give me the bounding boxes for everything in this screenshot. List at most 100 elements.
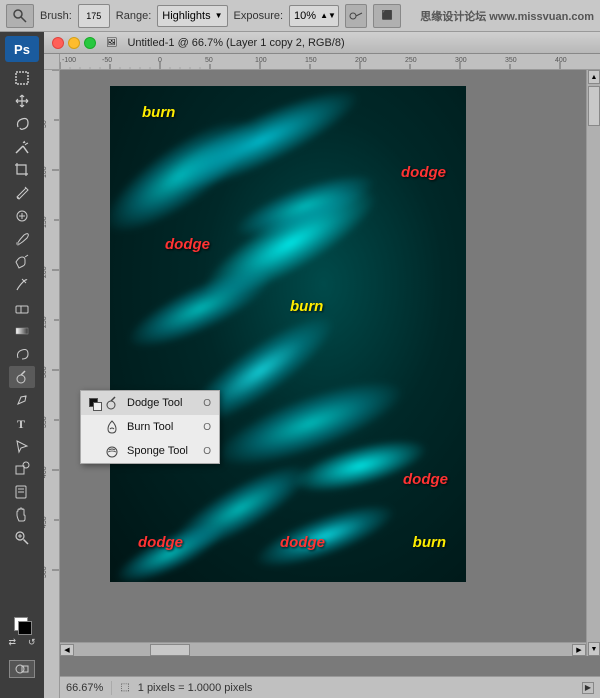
brush-size: 175 — [86, 11, 101, 21]
tool-eraser[interactable] — [9, 297, 35, 319]
mode-btns — [9, 660, 35, 678]
menu-item-burn[interactable]: Burn Tool O — [81, 415, 219, 439]
label-dodge-1: dodge — [401, 164, 446, 181]
menu-item-sponge[interactable]: Sponge Tool O — [81, 439, 219, 463]
bottom-bar: 66.67% ⬚ 1 pixels = 1.0000 pixels ▶ — [60, 676, 600, 698]
label-burn-1: burn — [142, 104, 175, 121]
tool-icon-btn[interactable] — [6, 4, 34, 28]
canvas-icon: ⬚ — [120, 682, 129, 693]
tool-brush[interactable] — [9, 228, 35, 250]
sponge-tool-label: Sponge Tool — [127, 445, 188, 457]
range-dropdown[interactable]: Highlights ▼ — [157, 5, 227, 27]
label-dodge-5: dodge — [280, 534, 325, 551]
tool-lasso[interactable] — [9, 113, 35, 135]
tool-path-selection[interactable] — [9, 435, 35, 457]
tool-shape[interactable] — [9, 458, 35, 480]
close-btn[interactable] — [52, 37, 64, 49]
svg-text:300: 300 — [44, 366, 48, 378]
vertical-scrollbar[interactable]: ▲ ▼ — [586, 70, 600, 656]
svg-text:100: 100 — [44, 166, 48, 178]
burn-tool-label: Burn Tool — [127, 421, 173, 433]
left-sidebar: Ps — [0, 32, 44, 698]
tool-hand[interactable] — [9, 504, 35, 526]
svg-text:100: 100 — [255, 57, 267, 64]
ps-window: Ps — [0, 32, 600, 698]
label-dodge-2: dodge — [165, 236, 210, 253]
svg-text:50: 50 — [44, 120, 48, 128]
tool-move[interactable] — [9, 90, 35, 112]
svg-text:-50: -50 — [102, 57, 112, 64]
file-icon: 🖼 — [106, 37, 117, 48]
scroll-thumb-v[interactable] — [588, 86, 600, 126]
burn-tool-icon — [103, 418, 121, 436]
info-arrow[interactable]: ▶ — [582, 682, 594, 694]
dodge-tool-label: Dodge Tool — [127, 397, 182, 409]
label-dodge-3: dodge — [403, 471, 448, 488]
sponge-shortcut: O — [203, 446, 211, 457]
ruler-left: 50 100 150 200 250 300 350 400 4 — [44, 70, 60, 698]
burn-shortcut: O — [203, 422, 211, 433]
sponge-tool-icon — [103, 442, 121, 460]
ruler-corner — [44, 54, 60, 70]
label-burn-4: burn — [413, 534, 446, 551]
maximize-btn[interactable] — [84, 37, 96, 49]
svg-text:250: 250 — [44, 316, 48, 328]
horizontal-scrollbar[interactable]: ◀ ▶ — [60, 642, 586, 656]
svg-text:200: 200 — [355, 57, 367, 64]
extra-btn[interactable]: ⬛ — [373, 4, 401, 28]
ruler-top: -100 -50 0 50 100 150 200 250 30 — [60, 54, 600, 70]
label-dodge-4: dodge — [138, 534, 183, 551]
scroll-up-btn[interactable]: ▲ — [588, 70, 600, 84]
range-dropdown-arrow: ▼ — [215, 11, 223, 20]
canvas-area: burn dodge dodge burn burn dodge dodge d… — [60, 70, 600, 656]
main-area: 🖼 Untitled-1 @ 66.7% (Layer 1 copy 2, RG… — [44, 32, 600, 698]
quick-mask-btn[interactable] — [9, 660, 35, 678]
tool-text[interactable]: T — [9, 412, 35, 434]
tool-notes[interactable] — [9, 481, 35, 503]
tool-crop[interactable] — [9, 159, 35, 181]
scroll-left-btn[interactable]: ◀ — [60, 644, 74, 656]
svg-text:200: 200 — [44, 266, 48, 278]
context-menu: Dodge Tool O Burn Tool O Sponge Tool O — [80, 390, 220, 464]
tool-eyedropper[interactable] — [9, 182, 35, 204]
svg-text:350: 350 — [44, 416, 48, 428]
svg-text:500: 500 — [44, 566, 48, 578]
svg-text:50: 50 — [205, 57, 213, 64]
tool-dodge[interactable] — [9, 366, 35, 388]
airbrush-btn[interactable] — [345, 4, 367, 28]
minimize-btn[interactable] — [68, 37, 80, 49]
tool-marquee[interactable] — [9, 67, 35, 89]
switch-colors[interactable]: ⇄ — [8, 637, 16, 648]
svg-text:150: 150 — [44, 216, 48, 228]
scroll-right-btn[interactable]: ▶ — [572, 644, 586, 656]
exposure-value: 10% — [294, 10, 316, 22]
brush-label: Brush: — [40, 10, 72, 22]
exposure-input[interactable]: 10% ▲▼ — [289, 5, 339, 27]
tool-magic-wand[interactable] — [9, 136, 35, 158]
zoom-level: 66.67% — [66, 682, 103, 694]
tool-zoom[interactable] — [9, 527, 35, 549]
tool-clone[interactable] — [9, 251, 35, 273]
svg-text:400: 400 — [44, 466, 48, 478]
svg-text:150: 150 — [305, 57, 317, 64]
tool-history-brush[interactable] — [9, 274, 35, 296]
title-bar: 🖼 Untitled-1 @ 66.7% (Layer 1 copy 2, RG… — [44, 32, 600, 54]
background-color[interactable] — [18, 621, 32, 635]
svg-text:350: 350 — [505, 57, 517, 64]
brush-preview[interactable]: 175 — [78, 4, 110, 28]
scroll-thumb-h[interactable] — [150, 644, 190, 656]
scroll-down-btn[interactable]: ▼ — [588, 642, 600, 656]
divider — [111, 681, 112, 695]
tool-gradient[interactable] — [9, 320, 35, 342]
image-canvas: burn dodge dodge burn burn dodge dodge d… — [110, 86, 466, 582]
tool-pen[interactable] — [9, 389, 35, 411]
reset-colors[interactable]: ↺ — [28, 637, 36, 648]
tool-blur[interactable] — [9, 343, 35, 365]
dodge-shortcut: O — [203, 398, 211, 409]
window-title: Untitled-1 @ 66.7% (Layer 1 copy 2, RGB/… — [127, 37, 344, 49]
status-text: 1 pixels = 1.0000 pixels — [138, 682, 253, 694]
exposure-arrow: ▲▼ — [320, 11, 336, 20]
tool-healing[interactable] — [9, 205, 35, 227]
svg-text:-100: -100 — [62, 57, 76, 64]
watermark: 思缘设计论坛 www.missvuan.com — [420, 8, 594, 24]
